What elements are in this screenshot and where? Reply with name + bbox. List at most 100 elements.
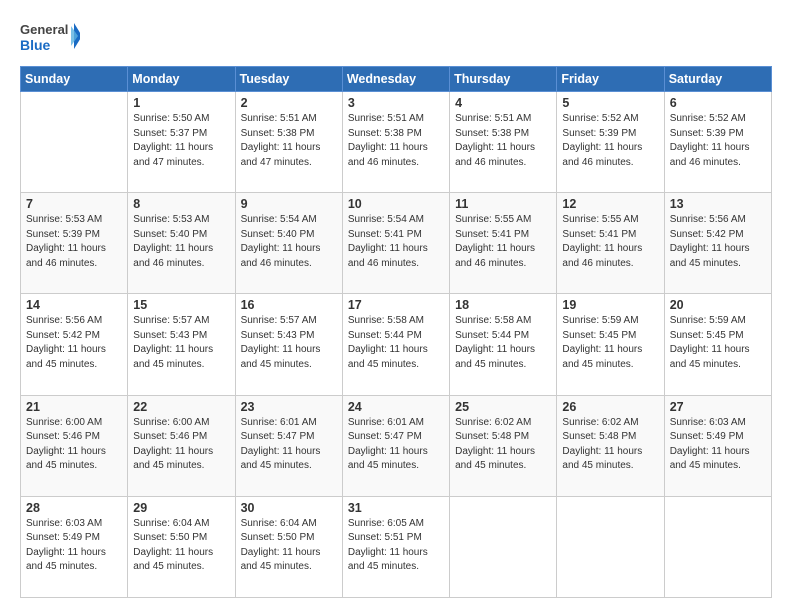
calendar-week-row: 21 Sunrise: 6:00 AM Sunset: 5:46 PM Dayli… [21,395,772,496]
day-number: 4 [455,96,551,110]
cell-content: Sunrise: 5:51 AM Sunset: 5:38 PM Dayligh… [348,112,444,170]
cell-content: Sunrise: 6:03 AM Sunset: 5:49 PM Dayligh… [26,517,122,575]
day-number: 23 [241,400,337,414]
day-number: 16 [241,298,337,312]
calendar-cell: 6 Sunrise: 5:52 AM Sunset: 5:39 PM Daylig… [664,92,771,193]
cell-content: Sunrise: 5:53 AM Sunset: 5:39 PM Dayligh… [26,213,122,271]
calendar-cell: 3Sunrise: 5:51 AM Sunset: 5:38 PM Daylig… [342,92,449,193]
calendar-cell: 17 Sunrise: 5:58 AM Sunset: 5:44 PM Dayli… [342,294,449,395]
calendar-cell: 26 Sunrise: 6:02 AM Sunset: 5:48 PM Dayli… [557,395,664,496]
cell-content: Sunrise: 5:57 AM Sunset: 5:43 PM Dayligh… [133,314,229,372]
calendar-table: SundayMondayTuesdayWednesdayThursdayFrid… [20,66,772,598]
day-number: 10 [348,197,444,211]
calendar-cell: 28 Sunrise: 6:03 AM Sunset: 5:49 PM Dayli… [21,496,128,597]
calendar-cell: 9Sunrise: 5:54 AM Sunset: 5:40 PM Daylig… [235,193,342,294]
calendar-cell: 20 Sunrise: 5:59 AM Sunset: 5:45 PM Dayli… [664,294,771,395]
cell-content: Sunrise: 6:04 AM Sunset: 5:50 PM Dayligh… [241,517,337,575]
calendar-cell [450,496,557,597]
day-number: 1 [133,96,229,110]
calendar-cell: 7 Sunrise: 5:53 AM Sunset: 5:39 PM Daylig… [21,193,128,294]
calendar-cell: 8 Sunrise: 5:53 AM Sunset: 5:40 PM Daylig… [128,193,235,294]
day-number: 6 [670,96,766,110]
cell-content: Sunrise: 5:50 AM Sunset: 5:37 PM Dayligh… [133,112,229,170]
weekday-header: Sunday [21,67,128,92]
cell-content: Sunrise: 5:52 AM Sunset: 5:39 PM Dayligh… [562,112,658,170]
cell-content: Sunrise: 5:59 AM Sunset: 5:45 PM Dayligh… [670,314,766,372]
calendar-week-row: 28 Sunrise: 6:03 AM Sunset: 5:49 PM Dayli… [21,496,772,597]
weekday-header: Saturday [664,67,771,92]
cell-content: Sunrise: 6:02 AM Sunset: 5:48 PM Dayligh… [562,416,658,474]
calendar-cell: 31 Sunrise: 6:05 AM Sunset: 5:51 PM Dayli… [342,496,449,597]
cell-content: Sunrise: 6:00 AM Sunset: 5:46 PM Dayligh… [133,416,229,474]
weekday-header: Monday [128,67,235,92]
day-number: 7 [26,197,122,211]
weekday-header: Tuesday [235,67,342,92]
weekday-header: Wednesday [342,67,449,92]
svg-text:General: General [20,22,68,37]
cell-content: Sunrise: 6:05 AM Sunset: 5:51 PM Dayligh… [348,517,444,575]
day-number: 29 [133,501,229,515]
day-number: 2 [241,96,337,110]
calendar-cell: 27 Sunrise: 6:03 AM Sunset: 5:49 PM Dayli… [664,395,771,496]
day-number: 24 [348,400,444,414]
cell-content: Sunrise: 6:02 AM Sunset: 5:48 PM Dayligh… [455,416,551,474]
calendar-cell: 10 Sunrise: 5:54 AM Sunset: 5:41 PM Dayli… [342,193,449,294]
calendar-cell: 1 Sunrise: 5:50 AM Sunset: 5:37 PM Daylig… [128,92,235,193]
day-number: 5 [562,96,658,110]
logo: General Blue [20,18,80,58]
calendar-cell: 29Sunrise: 6:04 AM Sunset: 5:50 PM Dayli… [128,496,235,597]
cell-content: Sunrise: 5:51 AM Sunset: 5:38 PM Dayligh… [241,112,337,170]
cell-content: Sunrise: 5:56 AM Sunset: 5:42 PM Dayligh… [670,213,766,271]
day-number: 30 [241,501,337,515]
weekday-header: Thursday [450,67,557,92]
cell-content: Sunrise: 6:01 AM Sunset: 5:47 PM Dayligh… [241,416,337,474]
cell-content: Sunrise: 5:59 AM Sunset: 5:45 PM Dayligh… [562,314,658,372]
weekday-header: Friday [557,67,664,92]
cell-content: Sunrise: 6:03 AM Sunset: 5:49 PM Dayligh… [670,416,766,474]
cell-content: Sunrise: 5:56 AM Sunset: 5:42 PM Dayligh… [26,314,122,372]
calendar-cell [664,496,771,597]
cell-content: Sunrise: 5:53 AM Sunset: 5:40 PM Dayligh… [133,213,229,271]
cell-content: Sunrise: 6:01 AM Sunset: 5:47 PM Dayligh… [348,416,444,474]
calendar-cell: 2 Sunrise: 5:51 AM Sunset: 5:38 PM Daylig… [235,92,342,193]
day-number: 26 [562,400,658,414]
calendar-cell: 22 Sunrise: 6:00 AM Sunset: 5:46 PM Dayli… [128,395,235,496]
calendar-cell: 11 Sunrise: 5:55 AM Sunset: 5:41 PM Dayli… [450,193,557,294]
cell-content: Sunrise: 5:54 AM Sunset: 5:40 PM Dayligh… [241,213,337,271]
cell-content: Sunrise: 6:00 AM Sunset: 5:46 PM Dayligh… [26,416,122,474]
calendar-cell: 19 Sunrise: 5:59 AM Sunset: 5:45 PM Dayli… [557,294,664,395]
day-number: 14 [26,298,122,312]
calendar-cell [21,92,128,193]
day-number: 27 [670,400,766,414]
cell-content: Sunrise: 5:55 AM Sunset: 5:41 PM Dayligh… [455,213,551,271]
calendar-week-row: 1 Sunrise: 5:50 AM Sunset: 5:37 PM Daylig… [21,92,772,193]
day-number: 20 [670,298,766,312]
calendar-cell: 23 Sunrise: 6:01 AM Sunset: 5:47 PM Dayli… [235,395,342,496]
cell-content: Sunrise: 5:54 AM Sunset: 5:41 PM Dayligh… [348,213,444,271]
calendar-cell: 16 Sunrise: 5:57 AM Sunset: 5:43 PM Dayli… [235,294,342,395]
cell-content: Sunrise: 5:58 AM Sunset: 5:44 PM Dayligh… [455,314,551,372]
day-number: 22 [133,400,229,414]
calendar-cell: 4Sunrise: 5:51 AM Sunset: 5:38 PM Daylig… [450,92,557,193]
day-number: 25 [455,400,551,414]
cell-content: Sunrise: 5:55 AM Sunset: 5:41 PM Dayligh… [562,213,658,271]
day-number: 17 [348,298,444,312]
logo-svg: General Blue [20,18,80,58]
calendar-cell: 18 Sunrise: 5:58 AM Sunset: 5:44 PM Dayli… [450,294,557,395]
calendar-cell: 14 Sunrise: 5:56 AM Sunset: 5:42 PM Dayli… [21,294,128,395]
day-number: 31 [348,501,444,515]
cell-content: Sunrise: 5:57 AM Sunset: 5:43 PM Dayligh… [241,314,337,372]
calendar-cell: 12Sunrise: 5:55 AM Sunset: 5:41 PM Dayli… [557,193,664,294]
day-number: 11 [455,197,551,211]
cell-content: Sunrise: 5:52 AM Sunset: 5:39 PM Dayligh… [670,112,766,170]
day-number: 28 [26,501,122,515]
day-number: 13 [670,197,766,211]
day-number: 8 [133,197,229,211]
cell-content: Sunrise: 5:58 AM Sunset: 5:44 PM Dayligh… [348,314,444,372]
day-number: 19 [562,298,658,312]
day-number: 18 [455,298,551,312]
calendar-week-row: 7 Sunrise: 5:53 AM Sunset: 5:39 PM Daylig… [21,193,772,294]
day-number: 21 [26,400,122,414]
calendar-header-row: SundayMondayTuesdayWednesdayThursdayFrid… [21,67,772,92]
calendar-cell: 25 Sunrise: 6:02 AM Sunset: 5:48 PM Dayli… [450,395,557,496]
